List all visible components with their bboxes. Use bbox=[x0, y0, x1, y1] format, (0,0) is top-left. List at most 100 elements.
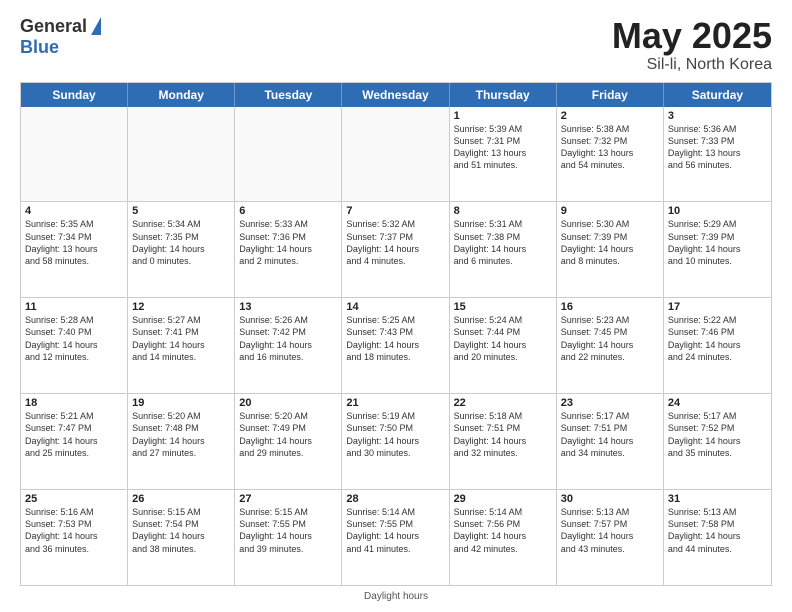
day-info: Sunrise: 5:38 AM Sunset: 7:32 PM Dayligh… bbox=[561, 123, 659, 172]
day-cell-19: 19Sunrise: 5:20 AM Sunset: 7:48 PM Dayli… bbox=[128, 394, 235, 489]
header-day-saturday: Saturday bbox=[664, 83, 771, 107]
day-number: 2 bbox=[561, 110, 659, 122]
logo-triangle-icon bbox=[91, 17, 101, 35]
calendar-week-5: 25Sunrise: 5:16 AM Sunset: 7:53 PM Dayli… bbox=[21, 489, 771, 585]
title-location: Sil-li, North Korea bbox=[612, 56, 772, 74]
header-day-tuesday: Tuesday bbox=[235, 83, 342, 107]
day-cell-7: 7Sunrise: 5:32 AM Sunset: 7:37 PM Daylig… bbox=[342, 202, 449, 297]
title-month: May 2025 bbox=[612, 16, 772, 56]
day-info: Sunrise: 5:39 AM Sunset: 7:31 PM Dayligh… bbox=[454, 123, 552, 172]
day-number: 21 bbox=[346, 397, 444, 409]
day-info: Sunrise: 5:20 AM Sunset: 7:48 PM Dayligh… bbox=[132, 410, 230, 459]
day-number: 13 bbox=[239, 301, 337, 313]
day-number: 16 bbox=[561, 301, 659, 313]
day-cell-31: 31Sunrise: 5:13 AM Sunset: 7:58 PM Dayli… bbox=[664, 490, 771, 585]
day-number: 30 bbox=[561, 493, 659, 505]
day-number: 24 bbox=[668, 397, 767, 409]
header-day-friday: Friday bbox=[557, 83, 664, 107]
day-info: Sunrise: 5:28 AM Sunset: 7:40 PM Dayligh… bbox=[25, 314, 123, 363]
day-cell-empty bbox=[128, 107, 235, 202]
logo-text: General bbox=[20, 16, 101, 37]
day-number: 27 bbox=[239, 493, 337, 505]
logo: General Blue bbox=[20, 16, 101, 58]
logo-blue: Blue bbox=[20, 37, 59, 58]
day-cell-1: 1Sunrise: 5:39 AM Sunset: 7:31 PM Daylig… bbox=[450, 107, 557, 202]
day-number: 3 bbox=[668, 110, 767, 122]
day-number: 31 bbox=[668, 493, 767, 505]
day-info: Sunrise: 5:31 AM Sunset: 7:38 PM Dayligh… bbox=[454, 218, 552, 267]
day-cell-26: 26Sunrise: 5:15 AM Sunset: 7:54 PM Dayli… bbox=[128, 490, 235, 585]
day-info: Sunrise: 5:25 AM Sunset: 7:43 PM Dayligh… bbox=[346, 314, 444, 363]
day-number: 7 bbox=[346, 205, 444, 217]
day-cell-15: 15Sunrise: 5:24 AM Sunset: 7:44 PM Dayli… bbox=[450, 298, 557, 393]
calendar-week-4: 18Sunrise: 5:21 AM Sunset: 7:47 PM Dayli… bbox=[21, 393, 771, 489]
day-number: 6 bbox=[239, 205, 337, 217]
day-cell-16: 16Sunrise: 5:23 AM Sunset: 7:45 PM Dayli… bbox=[557, 298, 664, 393]
day-info: Sunrise: 5:18 AM Sunset: 7:51 PM Dayligh… bbox=[454, 410, 552, 459]
day-number: 18 bbox=[25, 397, 123, 409]
day-info: Sunrise: 5:19 AM Sunset: 7:50 PM Dayligh… bbox=[346, 410, 444, 459]
day-cell-8: 8Sunrise: 5:31 AM Sunset: 7:38 PM Daylig… bbox=[450, 202, 557, 297]
day-cell-24: 24Sunrise: 5:17 AM Sunset: 7:52 PM Dayli… bbox=[664, 394, 771, 489]
day-info: Sunrise: 5:36 AM Sunset: 7:33 PM Dayligh… bbox=[668, 123, 767, 172]
day-number: 26 bbox=[132, 493, 230, 505]
day-number: 5 bbox=[132, 205, 230, 217]
day-cell-empty bbox=[342, 107, 449, 202]
calendar-week-1: 1Sunrise: 5:39 AM Sunset: 7:31 PM Daylig… bbox=[21, 107, 771, 202]
day-info: Sunrise: 5:26 AM Sunset: 7:42 PM Dayligh… bbox=[239, 314, 337, 363]
day-info: Sunrise: 5:17 AM Sunset: 7:52 PM Dayligh… bbox=[668, 410, 767, 459]
day-info: Sunrise: 5:13 AM Sunset: 7:58 PM Dayligh… bbox=[668, 506, 767, 555]
day-number: 12 bbox=[132, 301, 230, 313]
day-cell-13: 13Sunrise: 5:26 AM Sunset: 7:42 PM Dayli… bbox=[235, 298, 342, 393]
day-info: Sunrise: 5:23 AM Sunset: 7:45 PM Dayligh… bbox=[561, 314, 659, 363]
logo-general: General bbox=[20, 16, 87, 37]
day-cell-27: 27Sunrise: 5:15 AM Sunset: 7:55 PM Dayli… bbox=[235, 490, 342, 585]
day-cell-empty bbox=[21, 107, 128, 202]
header: General Blue May 2025 Sil-li, North Kore… bbox=[20, 16, 772, 74]
day-number: 19 bbox=[132, 397, 230, 409]
day-info: Sunrise: 5:14 AM Sunset: 7:56 PM Dayligh… bbox=[454, 506, 552, 555]
day-cell-29: 29Sunrise: 5:14 AM Sunset: 7:56 PM Dayli… bbox=[450, 490, 557, 585]
day-cell-3: 3Sunrise: 5:36 AM Sunset: 7:33 PM Daylig… bbox=[664, 107, 771, 202]
day-cell-17: 17Sunrise: 5:22 AM Sunset: 7:46 PM Dayli… bbox=[664, 298, 771, 393]
day-info: Sunrise: 5:15 AM Sunset: 7:55 PM Dayligh… bbox=[239, 506, 337, 555]
day-number: 10 bbox=[668, 205, 767, 217]
day-cell-14: 14Sunrise: 5:25 AM Sunset: 7:43 PM Dayli… bbox=[342, 298, 449, 393]
header-day-monday: Monday bbox=[128, 83, 235, 107]
day-cell-5: 5Sunrise: 5:34 AM Sunset: 7:35 PM Daylig… bbox=[128, 202, 235, 297]
day-number: 23 bbox=[561, 397, 659, 409]
day-number: 22 bbox=[454, 397, 552, 409]
day-cell-18: 18Sunrise: 5:21 AM Sunset: 7:47 PM Dayli… bbox=[21, 394, 128, 489]
calendar-week-3: 11Sunrise: 5:28 AM Sunset: 7:40 PM Dayli… bbox=[21, 297, 771, 393]
day-cell-11: 11Sunrise: 5:28 AM Sunset: 7:40 PM Dayli… bbox=[21, 298, 128, 393]
day-info: Sunrise: 5:20 AM Sunset: 7:49 PM Dayligh… bbox=[239, 410, 337, 459]
day-cell-10: 10Sunrise: 5:29 AM Sunset: 7:39 PM Dayli… bbox=[664, 202, 771, 297]
day-info: Sunrise: 5:32 AM Sunset: 7:37 PM Dayligh… bbox=[346, 218, 444, 267]
day-cell-6: 6Sunrise: 5:33 AM Sunset: 7:36 PM Daylig… bbox=[235, 202, 342, 297]
day-cell-30: 30Sunrise: 5:13 AM Sunset: 7:57 PM Dayli… bbox=[557, 490, 664, 585]
day-number: 17 bbox=[668, 301, 767, 313]
day-cell-25: 25Sunrise: 5:16 AM Sunset: 7:53 PM Dayli… bbox=[21, 490, 128, 585]
day-info: Sunrise: 5:17 AM Sunset: 7:51 PM Dayligh… bbox=[561, 410, 659, 459]
day-cell-21: 21Sunrise: 5:19 AM Sunset: 7:50 PM Dayli… bbox=[342, 394, 449, 489]
day-info: Sunrise: 5:33 AM Sunset: 7:36 PM Dayligh… bbox=[239, 218, 337, 267]
day-cell-12: 12Sunrise: 5:27 AM Sunset: 7:41 PM Dayli… bbox=[128, 298, 235, 393]
day-cell-23: 23Sunrise: 5:17 AM Sunset: 7:51 PM Dayli… bbox=[557, 394, 664, 489]
day-info: Sunrise: 5:22 AM Sunset: 7:46 PM Dayligh… bbox=[668, 314, 767, 363]
header-day-thursday: Thursday bbox=[450, 83, 557, 107]
day-info: Sunrise: 5:13 AM Sunset: 7:57 PM Dayligh… bbox=[561, 506, 659, 555]
day-info: Sunrise: 5:21 AM Sunset: 7:47 PM Dayligh… bbox=[25, 410, 123, 459]
day-number: 8 bbox=[454, 205, 552, 217]
day-number: 14 bbox=[346, 301, 444, 313]
day-info: Sunrise: 5:34 AM Sunset: 7:35 PM Dayligh… bbox=[132, 218, 230, 267]
day-number: 28 bbox=[346, 493, 444, 505]
page: General Blue May 2025 Sil-li, North Kore… bbox=[0, 0, 792, 612]
day-number: 29 bbox=[454, 493, 552, 505]
day-number: 20 bbox=[239, 397, 337, 409]
calendar-week-2: 4Sunrise: 5:35 AM Sunset: 7:34 PM Daylig… bbox=[21, 201, 771, 297]
day-cell-22: 22Sunrise: 5:18 AM Sunset: 7:51 PM Dayli… bbox=[450, 394, 557, 489]
day-info: Sunrise: 5:24 AM Sunset: 7:44 PM Dayligh… bbox=[454, 314, 552, 363]
day-info: Sunrise: 5:15 AM Sunset: 7:54 PM Dayligh… bbox=[132, 506, 230, 555]
day-info: Sunrise: 5:29 AM Sunset: 7:39 PM Dayligh… bbox=[668, 218, 767, 267]
day-cell-20: 20Sunrise: 5:20 AM Sunset: 7:49 PM Dayli… bbox=[235, 394, 342, 489]
